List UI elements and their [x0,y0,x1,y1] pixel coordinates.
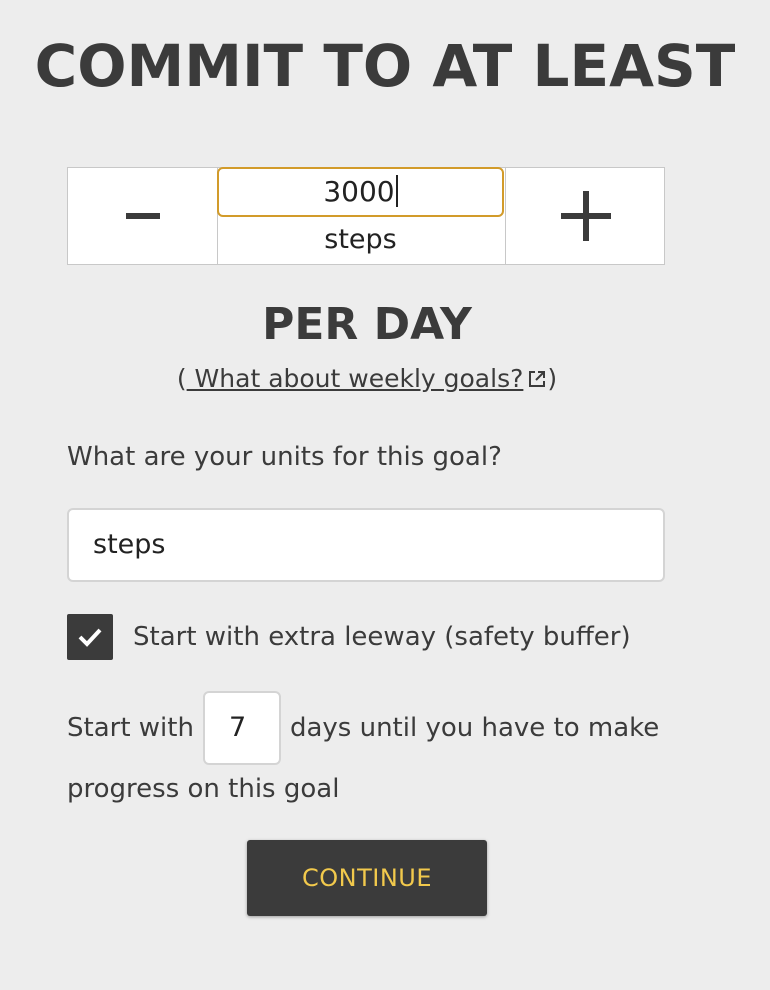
weekly-goals-link-row: ( What about weekly goals? ) [0,360,734,398]
weekly-goals-link-label: What about weekly goals? [186,364,524,393]
increment-button[interactable] [505,168,665,264]
leeway-checkbox[interactable] [67,614,113,660]
goal-rate-stepper: 3000 steps [67,167,665,265]
rate-amount-value: 3000 [323,175,395,208]
decrement-button[interactable] [68,168,218,264]
leeway-label: Start with extra leeway (safety buffer) [133,622,631,652]
rate-unit-label: steps [324,224,397,255]
buffer-suffix: days until you have to make [289,713,660,743]
plus-icon [560,191,611,241]
buffer-prefix: Start with [67,713,194,743]
units-question-label: What are your units for this goal? [67,442,502,472]
rate-period-label: PER DAY [262,299,472,350]
open-paren: ( [176,364,187,393]
buffer-days-row: Start with 7 days until you have to make [67,690,659,766]
buffer-suffix-line2: progress on this goal [67,774,340,804]
external-link-icon [529,371,546,387]
checkmark-icon [78,628,102,647]
buffer-days-input[interactable]: 7 [202,691,281,765]
continue-button[interactable]: CONTINUE [247,840,487,916]
minus-icon [125,213,160,219]
weekly-goals-link[interactable]: What about weekly goals? [187,364,548,393]
units-input[interactable]: steps [67,508,665,582]
rate-amount-input[interactable]: 3000 [217,167,504,217]
text-caret [395,175,398,207]
close-paren: ) [547,364,558,393]
page-title: COMMIT TO AT LEAST [34,32,736,100]
